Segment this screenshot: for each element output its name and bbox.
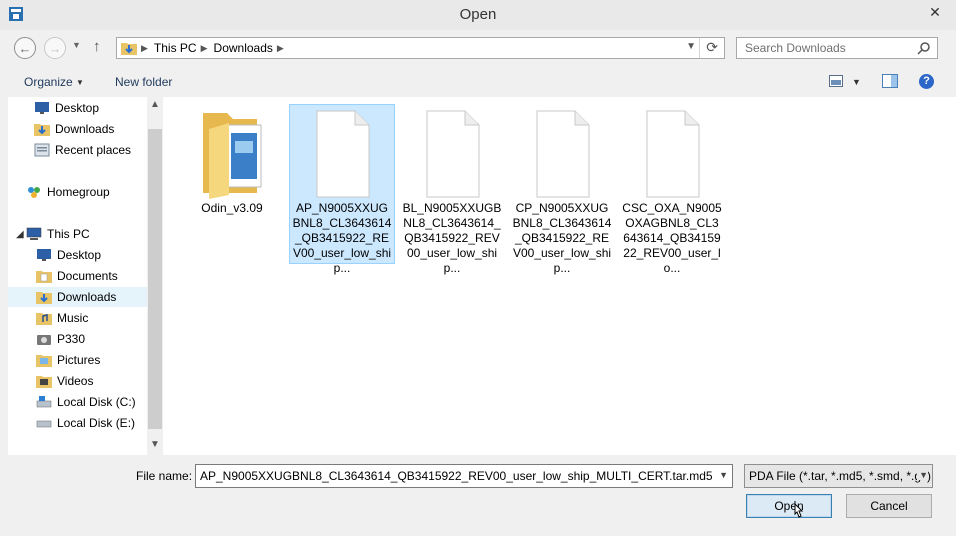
arrow-right-icon: → <box>48 40 62 56</box>
file-icon <box>316 110 370 198</box>
open-button[interactable]: Open <box>746 494 832 518</box>
homegroup-icon <box>28 187 40 198</box>
file-name: BL_N9005XXUGBNL8_CL3643614_QB3415922_REV… <box>402 201 502 275</box>
drive-icon <box>36 420 52 428</box>
refresh-icon[interactable]: ⟳ <box>706 39 718 56</box>
search-icon[interactable] <box>917 41 931 55</box>
close-icon: ✕ <box>929 4 941 20</box>
file-name: CP_N9005XXUGBNL8_CL3643614_QB3415922_REV… <box>512 201 612 275</box>
chevron-down-icon: ▼ <box>72 40 81 50</box>
nav-item-this-pc[interactable]: This PC <box>26 224 164 244</box>
window-title: Open <box>459 6 497 23</box>
nav-item-label: Desktop <box>57 248 102 262</box>
nav-item-label: This PC <box>47 227 90 241</box>
nav-item-label: Downloads <box>55 122 115 136</box>
file-type-value: PDA File (*.tar, *.md5, *.smd, *.gz) <box>749 469 932 483</box>
downloads-folder-icon <box>121 43 137 55</box>
new-folder-button[interactable]: New folder <box>115 75 172 89</box>
file-name-input[interactable] <box>196 465 715 487</box>
camera-icon <box>37 335 51 345</box>
file-type-select[interactable]: PDA File (*.tar, *.md5, *.smd, *.gz) ▼ <box>744 464 933 488</box>
file-item[interactable]: CP_N9005XXUGBNL8_CL3643614_QB3415922_REV… <box>510 105 614 276</box>
desktop-icon <box>35 102 49 114</box>
nav-item-label: Music <box>57 311 89 325</box>
file-name: AP_N9005XXUGBNL8_CL3643614_QB3415922_REV… <box>292 201 392 275</box>
forward-button[interactable]: → <box>44 37 66 59</box>
navigation-pane: Desktop Downloads Recent places Homegrou… <box>8 97 174 455</box>
music-folder-icon <box>36 313 52 325</box>
cancel-button[interactable]: Cancel <box>846 494 932 518</box>
address-bar[interactable]: ▶ This PC ▶ Downloads ▶ ▼ ⟳ <box>116 37 725 59</box>
desktop-icon <box>37 249 51 261</box>
help-icon[interactable]: ? <box>919 74 934 89</box>
breadcrumb-separator: ▶ <box>200 42 208 53</box>
folder-icon <box>203 113 262 199</box>
breadcrumb-separator: ▶ <box>141 42 148 53</box>
nav-item-label: Homegroup <box>47 185 110 199</box>
file-item-folder[interactable]: Odin_v3.09 <box>180 105 284 216</box>
chevron-down-icon[interactable]: ▼ <box>150 439 160 450</box>
breadcrumb-separator: ▶ <box>276 42 284 53</box>
breadcrumb-downloads[interactable]: Downloads <box>214 41 273 55</box>
computer-icon <box>26 227 42 240</box>
arrow-left-icon: ← <box>18 40 32 56</box>
chevron-down-icon[interactable]: ◢ <box>16 229 24 240</box>
arrow-up-icon: ↑ <box>93 38 101 55</box>
videos-folder-icon <box>36 376 52 388</box>
file-item[interactable]: CSC_OXA_N9005OXAGBNL8_CL3643614_QB341592… <box>620 105 724 276</box>
nav-item-label: Recent places <box>55 143 132 157</box>
nav-item-homegroup[interactable]: Homegroup <box>26 182 164 202</box>
file-item-selected[interactable]: AP_N9005XXUGBNL8_CL3643614_QB3415922_REV… <box>289 104 395 275</box>
recent-locations-button[interactable]: ▼ <box>72 40 81 50</box>
organize-button[interactable]: Organize <box>24 75 73 89</box>
nav-item-label: Local Disk (C:) <box>57 395 136 409</box>
chevron-up-icon[interactable]: ▲ <box>150 99 160 110</box>
mouse-cursor-icon <box>794 501 804 518</box>
nav-item-label: Documents <box>57 269 118 283</box>
file-icon <box>536 110 590 198</box>
nav-item-label: Downloads <box>57 290 117 304</box>
downloads-folder-icon <box>34 124 50 136</box>
file-icon <box>646 110 700 198</box>
chevron-down-icon[interactable]: ▼ <box>719 470 728 480</box>
documents-folder-icon <box>36 271 52 283</box>
file-name: Odin_v3.09 <box>201 201 263 215</box>
close-button[interactable]: ✕ <box>918 1 952 23</box>
change-view-icon[interactable] <box>829 75 843 87</box>
chevron-down-icon: ▼ <box>917 470 928 480</box>
nav-item-label: P330 <box>57 332 86 346</box>
system-drive-icon <box>36 396 52 408</box>
nav-item-label: Local Disk (E:) <box>57 416 136 430</box>
breadcrumb-this-pc[interactable]: This PC <box>154 41 197 55</box>
scrollbar-thumb[interactable] <box>148 129 162 429</box>
chevron-down-icon[interactable]: ▼ <box>76 78 84 87</box>
file-name-label: File name: <box>136 469 193 483</box>
file-name-combobox[interactable]: ▼ <box>195 464 733 488</box>
divider <box>699 38 700 58</box>
nav-item-label: Desktop <box>55 101 100 115</box>
downloads-folder-icon <box>36 292 52 304</box>
search-input[interactable] <box>737 38 915 58</box>
pictures-folder-icon <box>36 355 52 367</box>
file-name: CSC_OXA_N9005OXAGBNL8_CL3643614_QB341592… <box>622 201 722 275</box>
recent-places-icon <box>34 143 50 157</box>
search-box[interactable] <box>736 37 938 59</box>
chevron-down-icon[interactable]: ▼ <box>852 77 861 87</box>
navigation-scrollbar[interactable]: ▲ ▼ <box>147 97 163 455</box>
nav-item-label: Pictures <box>57 353 101 367</box>
up-button[interactable]: ↑ <box>93 38 101 55</box>
file-item[interactable]: BL_N9005XXUGBNL8_CL3643614_QB3415922_REV… <box>400 105 504 276</box>
back-button[interactable]: ← <box>14 37 36 59</box>
file-icon <box>426 110 480 198</box>
nav-item-label: Videos <box>57 374 94 388</box>
chevron-down-icon[interactable]: ▼ <box>686 41 696 52</box>
preview-pane-icon[interactable] <box>882 74 898 88</box>
file-list: Odin_v3.09 AP_N9005XXUGBNL8_CL3643614_QB… <box>163 97 956 455</box>
